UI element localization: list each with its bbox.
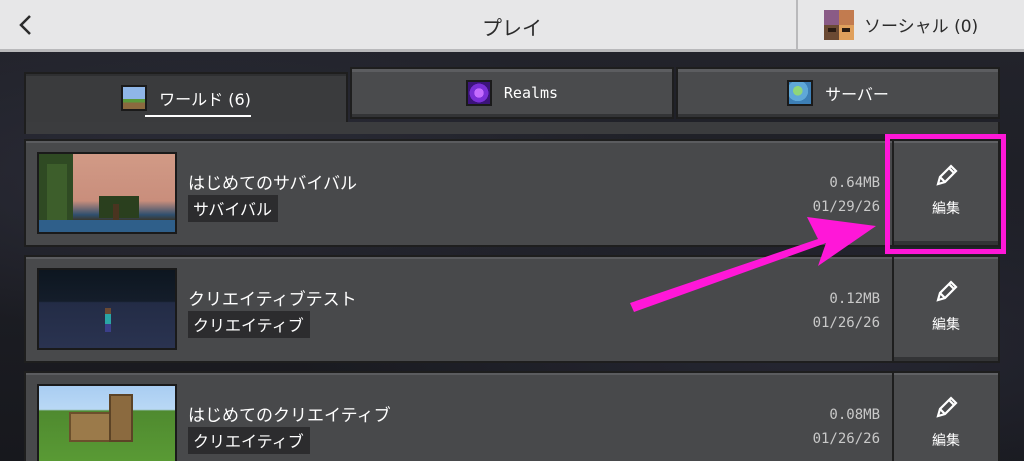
- active-tab-underline: [145, 115, 251, 117]
- edit-label: 編集: [932, 317, 960, 333]
- top-bar: プレイ ソーシャル (0): [0, 0, 1024, 52]
- pencil-icon: [936, 280, 958, 302]
- tab-worlds[interactable]: ワールド (6): [24, 72, 348, 124]
- world-thumbnail: [37, 152, 177, 234]
- pencil-icon: [936, 396, 958, 418]
- tab-realms[interactable]: Realms: [350, 67, 674, 119]
- pencil-icon: [936, 164, 958, 186]
- tab-bar: ワールド (6) Realms サーバー: [24, 67, 1000, 124]
- tab-worlds-label: ワールド (6): [159, 90, 251, 109]
- server-globe-icon: [787, 80, 814, 106]
- world-size: 0.12MB: [829, 291, 880, 307]
- world-thumbnail: [37, 268, 177, 350]
- edit-label: 編集: [932, 201, 960, 217]
- world-row[interactable]: はじめてのサバイバル サバイバル 0.64MB 01/29/26 編集: [24, 139, 1000, 247]
- edit-world-button[interactable]: 編集: [892, 257, 998, 361]
- world-name: クリエイティブテスト: [188, 290, 357, 310]
- world-name: はじめてのクリエイティブ: [188, 406, 391, 426]
- friends-avatar-icon: [824, 9, 854, 40]
- world-size: 0.08MB: [829, 407, 880, 423]
- page-title: プレイ: [482, 16, 542, 40]
- world-mode-badge: サバイバル: [188, 195, 279, 222]
- world-size: 0.64MB: [829, 175, 880, 191]
- world-name: はじめてのサバイバル: [188, 174, 357, 194]
- world-date: 01/29/26: [812, 199, 880, 215]
- world-row[interactable]: はじめてのクリエイティブ クリエイティブ 0.08MB 01/26/26 編集: [24, 371, 1000, 461]
- list-top-edge: [24, 122, 1000, 134]
- world-mode-badge: クリエイティブ: [188, 427, 310, 454]
- world-thumbnail: [37, 384, 177, 461]
- social-label: ソーシャル (0): [864, 17, 979, 37]
- social-button[interactable]: ソーシャル (0): [796, 0, 1024, 49]
- tab-servers-label: サーバー: [825, 85, 889, 104]
- world-date: 01/26/26: [812, 315, 880, 331]
- realms-icon: [465, 80, 492, 106]
- world-row[interactable]: クリエイティブテスト クリエイティブ 0.12MB 01/26/26 編集: [24, 255, 1000, 363]
- tab-realms-label: Realms: [503, 84, 559, 102]
- world-icon: [121, 85, 148, 111]
- world-date: 01/26/26: [812, 431, 880, 447]
- edit-world-button[interactable]: 編集: [892, 141, 998, 245]
- edit-world-button[interactable]: 編集: [892, 373, 998, 461]
- world-mode-badge: クリエイティブ: [188, 311, 310, 338]
- tab-servers[interactable]: サーバー: [676, 67, 1000, 119]
- edit-label: 編集: [932, 433, 960, 449]
